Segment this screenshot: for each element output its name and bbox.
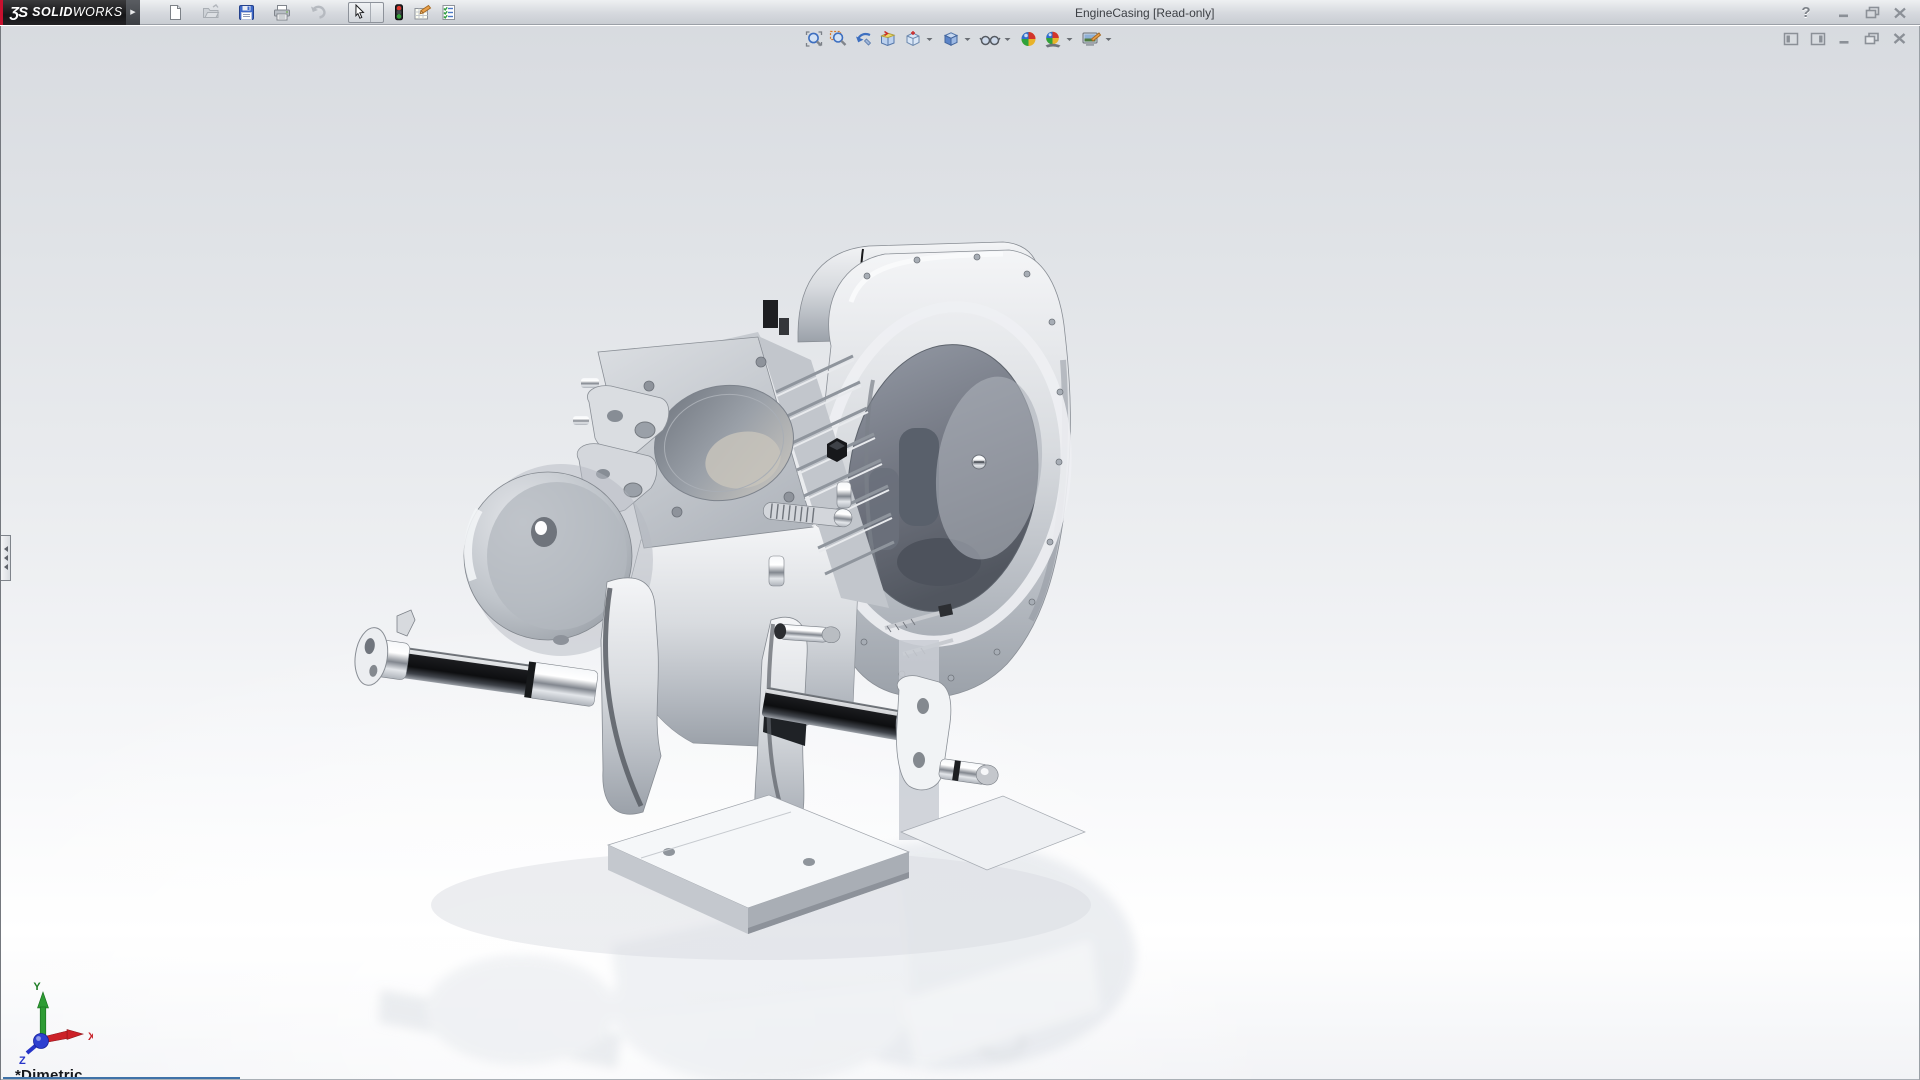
solidworks-logo-text: SOLIDWORKS [32,5,122,19]
minimize-button[interactable] [1832,3,1856,23]
z-ball-highlight [36,1036,41,1041]
solidworks-logo-mark: ƷS [10,4,27,21]
solidworks-logo: ƷS SOLIDWORKS [0,0,126,25]
restore-button[interactable] [1860,3,1884,23]
x-axis-arrow [67,1030,83,1040]
orientation-triad: Y X Z [9,978,93,1070]
y-axis-arrow [38,992,49,1008]
z-axis-ball [34,1034,49,1049]
traffic-light-button[interactable] [392,1,406,23]
select-tool-group [348,2,384,23]
brand-light: WORKS [73,5,123,19]
menu-expander-arrow[interactable]: ▶ [126,0,140,25]
titlebar: ƷS SOLIDWORKS ▶ [0,0,1920,25]
minimize-icon [1838,7,1851,18]
open-icon [202,4,220,20]
select-tool-button[interactable] [349,3,370,22]
options-icon [440,4,457,21]
main-toolbar [166,1,474,23]
triad-y-label: Y [33,981,41,993]
new-document-icon [167,4,184,21]
window-title: EngineCasing [Read-only] [1075,0,1214,25]
help-button[interactable]: ? [1798,3,1814,23]
brand-bold: SOLID [32,5,73,19]
triad-x-label: X [88,1031,93,1043]
select-cursor-icon [352,4,367,20]
help-icon: ? [1801,4,1810,21]
print-button[interactable] [272,1,292,23]
engine-casing-model[interactable] [1,26,1920,1080]
traffic-light-icon [393,4,405,21]
triad-z-label: Z [19,1055,26,1067]
open-button[interactable] [201,1,221,23]
undo-button[interactable] [308,1,328,23]
save-icon [238,4,255,21]
options-button[interactable] [439,1,458,23]
edit-sketch-note-icon [413,4,432,21]
print-icon [273,4,291,21]
close-button[interactable] [1888,3,1912,23]
new-document-button[interactable] [166,1,185,23]
brand-red-strip [0,0,3,25]
save-button[interactable] [237,1,256,23]
edit-sketch-note-button[interactable] [412,1,433,23]
small-clip [397,610,415,636]
undo-icon [309,4,327,20]
close-icon [1893,7,1907,19]
restore-icon [1865,6,1880,19]
window-controls: ? [1798,0,1912,25]
view-orientation-label: *Dimetric [15,1067,83,1080]
select-tool-dropdown[interactable] [370,3,383,22]
graphics-viewport[interactable]: Y X Z *Dimetric [0,26,1920,1080]
